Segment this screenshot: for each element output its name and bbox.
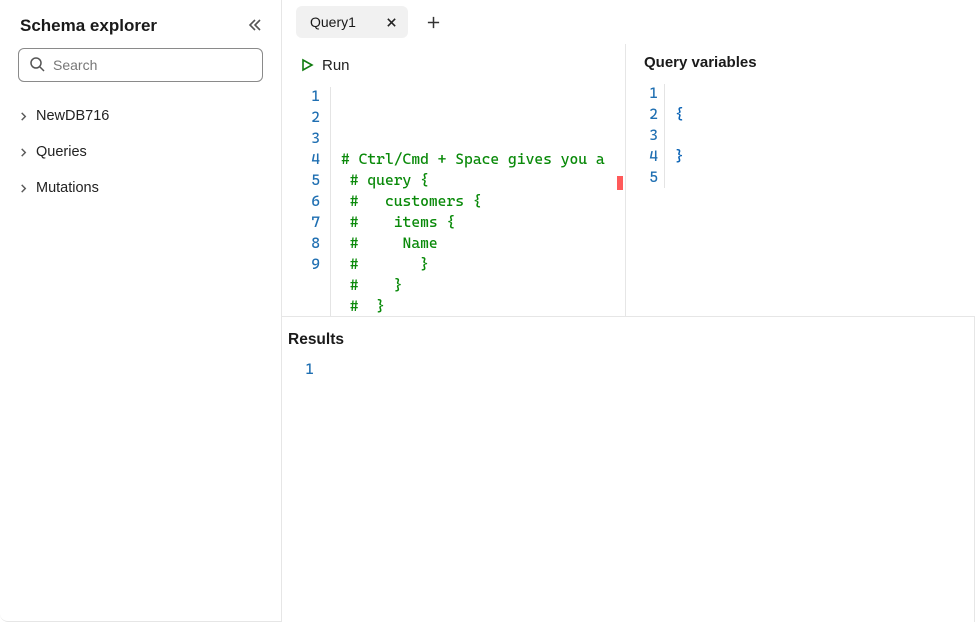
collapse-sidebar-icon[interactable] (247, 17, 263, 36)
variables-title: Query variables (634, 44, 975, 83)
results-code[interactable] (324, 359, 974, 380)
variables-editor[interactable]: 12345 { } (634, 83, 975, 188)
tab-bar: Query1 (282, 0, 975, 44)
results-gutter: 1 (282, 359, 324, 380)
search-input[interactable] (53, 57, 252, 73)
query-editor[interactable]: 123456789 # Ctrl/Cmd + Space gives you a… (282, 86, 625, 316)
tree-item-queries[interactable]: Queries (8, 134, 273, 170)
search-box[interactable] (18, 48, 263, 82)
query-editor-pane: Run 123456789 # Ctrl/Cmd + Space gives y… (282, 44, 626, 316)
tab-label: Query1 (310, 14, 356, 30)
variables-gutter: 12345 (634, 83, 664, 188)
schema-tree: NewDB716 Queries Mutations (0, 92, 281, 206)
close-tab-icon[interactable] (384, 14, 400, 30)
run-label: Run (322, 57, 350, 74)
editor-cursor-icon (617, 176, 623, 190)
results-title: Results (282, 331, 974, 349)
tree-item-label: Queries (36, 144, 87, 160)
tab-query1[interactable]: Query1 (296, 6, 408, 38)
run-button[interactable]: Run (300, 57, 350, 74)
chevron-right-icon (16, 148, 30, 157)
chevron-right-icon (16, 112, 30, 121)
tree-item-newdb716[interactable]: NewDB716 (8, 98, 273, 134)
sidebar-title: Schema explorer (20, 16, 157, 36)
tree-item-mutations[interactable]: Mutations (8, 170, 273, 206)
add-tab-button[interactable] (418, 6, 450, 38)
variables-code[interactable]: { } (675, 83, 975, 188)
results-editor[interactable]: 1 (282, 359, 974, 380)
search-icon (29, 56, 45, 75)
query-gutter: 123456789 (282, 86, 330, 316)
results-pane: Results 1 (282, 316, 975, 622)
chevron-right-icon (16, 184, 30, 193)
tree-item-label: Mutations (36, 180, 99, 196)
query-code[interactable]: # Ctrl/Cmd + Space gives you a # query {… (341, 86, 625, 316)
schema-explorer-sidebar: Schema explorer NewDB716 (0, 0, 282, 622)
variables-pane: Query variables 12345 { } (626, 44, 975, 316)
tree-item-label: NewDB716 (36, 108, 109, 124)
main-area: Query1 Run 123456789 # Ctrl/Cmd + (282, 0, 975, 622)
